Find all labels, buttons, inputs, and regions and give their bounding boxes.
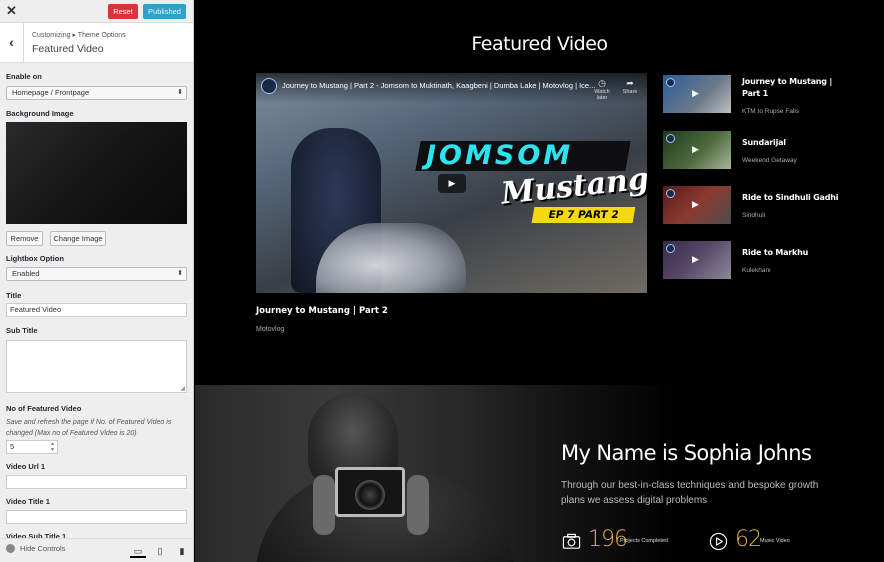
desktop-icon[interactable]: ▭ bbox=[130, 544, 146, 558]
background-image-label: Background Image bbox=[6, 109, 74, 118]
play-icon[interactable]: ▶ bbox=[438, 174, 466, 193]
select-arrows-icon: ⬍ bbox=[177, 270, 183, 277]
remove-image-button[interactable]: Remove bbox=[6, 231, 43, 246]
hide-controls-label: Hide Controls bbox=[20, 544, 66, 553]
enable-on-label: Enable on bbox=[6, 72, 42, 81]
panel-header: ‹ Customizing ▸ Theme Options Featured V… bbox=[0, 23, 193, 63]
about-description: Through our best-in-class techniques and… bbox=[561, 480, 819, 506]
player-video-title[interactable]: Journey to Mustang | Part 2 - Jomsom to … bbox=[282, 81, 595, 90]
left-hand-image bbox=[313, 475, 335, 535]
play-icon: ▶ bbox=[692, 144, 699, 154]
playlist-item-subtitle: KTM to Rupse Falls bbox=[742, 108, 800, 115]
playlist-item-title[interactable]: Journey to Mustang | Part 1 bbox=[742, 76, 842, 100]
playlist-item-subtitle: Sindhuli bbox=[742, 212, 766, 219]
close-icon[interactable]: ✕ bbox=[0, 0, 23, 23]
right-hand-image bbox=[407, 475, 429, 535]
camera-icon bbox=[562, 533, 581, 549]
camera-lens-image bbox=[355, 480, 385, 510]
playlist-item[interactable]: ▶ Ride to Sindhuli Gadhi Sindhuli bbox=[663, 186, 843, 226]
watch-later-label: Watch later bbox=[594, 89, 610, 101]
playlist-item[interactable]: ▶ Ride to Markhu Kulekhani bbox=[663, 241, 843, 281]
video-thumbnail[interactable]: ▶ bbox=[663, 75, 731, 113]
lightbox-select[interactable]: Enabled ⬍ bbox=[6, 267, 187, 281]
sub-title-textarea[interactable]: ◢ bbox=[6, 340, 187, 393]
video-title-1-label: Video Title 1 bbox=[6, 497, 50, 506]
about-section: My Name is Sophia Johns Through our best… bbox=[195, 385, 884, 562]
sidebar-topbar: ✕ Reset Published bbox=[0, 0, 193, 23]
watch-later-button[interactable]: ◷ Watch later bbox=[591, 78, 613, 101]
main-video-caption: Journey to Mustang | Part 2 bbox=[256, 306, 388, 316]
change-image-button[interactable]: Change Image bbox=[50, 231, 106, 246]
reset-button[interactable]: Reset bbox=[108, 4, 138, 19]
video-title-1-input[interactable] bbox=[6, 510, 187, 524]
chevron-left-icon[interactable]: ‹ bbox=[0, 23, 24, 62]
video-count-value: 5 bbox=[10, 442, 15, 451]
share-label: Share bbox=[622, 89, 638, 95]
play-icon: ▶ bbox=[692, 88, 699, 98]
collapse-icon bbox=[6, 543, 15, 553]
stat-label-projects: Projects Completed bbox=[620, 538, 668, 544]
channel-avatar bbox=[666, 134, 675, 143]
playlist-item[interactable]: ▶ Journey to Mustang | Part 1 KTM to Rup… bbox=[663, 75, 843, 115]
video-count-help: Save and refresh the page if No. of Feat… bbox=[6, 419, 172, 437]
sidebar-footer: Hide Controls ▭ ▯ ▮ bbox=[0, 538, 193, 562]
lightbox-label: Lightbox Option bbox=[6, 254, 64, 263]
select-arrows-icon: ⬍ bbox=[177, 89, 183, 96]
breadcrumb: Customizing ▸ Theme Options bbox=[32, 32, 126, 39]
main-video-subcaption: Motovlog bbox=[256, 326, 285, 333]
playlist-item-title[interactable]: Sundarijal bbox=[742, 137, 842, 149]
section-title: Featured Video bbox=[32, 43, 104, 55]
playlist-item[interactable]: ▶ Sundarijal Weekend Getaway bbox=[663, 131, 843, 171]
playlist-item-title[interactable]: Ride to Sindhuli Gadhi bbox=[742, 192, 842, 204]
background-image-preview[interactable] bbox=[6, 122, 187, 224]
play-circle-icon bbox=[709, 532, 728, 551]
video-thumbnail[interactable]: ▶ bbox=[663, 186, 731, 224]
clock-icon: ◷ bbox=[598, 78, 606, 88]
share-button[interactable]: ➦ Share bbox=[619, 78, 641, 95]
channel-avatar bbox=[666, 78, 675, 87]
video-player[interactable]: JOMSOM Mustang EP 7 PART 2 Journey to Mu… bbox=[256, 73, 647, 293]
title-label: Title bbox=[6, 291, 22, 300]
published-button[interactable]: Published bbox=[143, 4, 186, 19]
customizer-window: ✕ Reset Published ‹ Customizing ▸ Theme … bbox=[0, 0, 884, 562]
title-input[interactable]: Featured Video bbox=[6, 303, 187, 317]
resize-grip-icon[interactable]: ◢ bbox=[180, 385, 185, 392]
thumbnail-episode-badge: EP 7 PART 2 bbox=[531, 207, 636, 223]
video-thumbnail[interactable]: ▶ bbox=[663, 241, 731, 279]
channel-avatar bbox=[666, 244, 675, 253]
share-icon: ➦ bbox=[626, 78, 634, 88]
channel-avatar bbox=[666, 189, 675, 198]
channel-avatar[interactable] bbox=[261, 78, 277, 94]
playlist-item-subtitle: Kulekhani bbox=[742, 267, 771, 274]
camera-image bbox=[335, 467, 405, 517]
video-count-input[interactable]: 5 ▲ ▼ bbox=[6, 440, 58, 454]
video-url-1-input[interactable] bbox=[6, 475, 187, 489]
video-thumbnail[interactable]: ▶ bbox=[663, 131, 731, 169]
video-count-label: No of Featured Video bbox=[6, 404, 82, 413]
video-url-1-label: Video Url 1 bbox=[6, 462, 46, 471]
about-heading: My Name is Sophia Johns bbox=[561, 441, 812, 465]
lightbox-value: Enabled bbox=[12, 269, 40, 278]
enable-on-value: Homepage / Frontpage bbox=[12, 88, 90, 97]
enable-on-select[interactable]: Homepage / Frontpage ⬍ bbox=[6, 86, 187, 100]
playlist-item-subtitle: Weekend Getaway bbox=[742, 157, 797, 164]
play-icon: ▶ bbox=[692, 254, 699, 264]
stat-value-music: 62 bbox=[735, 527, 762, 552]
playlist-item-title[interactable]: Ride to Markhu bbox=[742, 247, 842, 259]
spinner-icon[interactable]: ▲ ▼ bbox=[50, 441, 55, 453]
sub-title-label: Sub Title bbox=[6, 326, 38, 335]
featured-video-heading: Featured Video bbox=[471, 33, 608, 55]
tablet-icon[interactable]: ▯ bbox=[152, 544, 168, 558]
mobile-icon[interactable]: ▮ bbox=[174, 544, 190, 558]
site-preview: Featured Video JOMSOM Mustang EP 7 PART … bbox=[195, 0, 884, 562]
customizer-sidebar: ✕ Reset Published ‹ Customizing ▸ Theme … bbox=[0, 0, 194, 562]
play-icon: ▶ bbox=[692, 199, 699, 209]
hide-controls-button[interactable]: Hide Controls bbox=[6, 543, 66, 554]
stat-label-music: Music Video bbox=[760, 538, 790, 544]
